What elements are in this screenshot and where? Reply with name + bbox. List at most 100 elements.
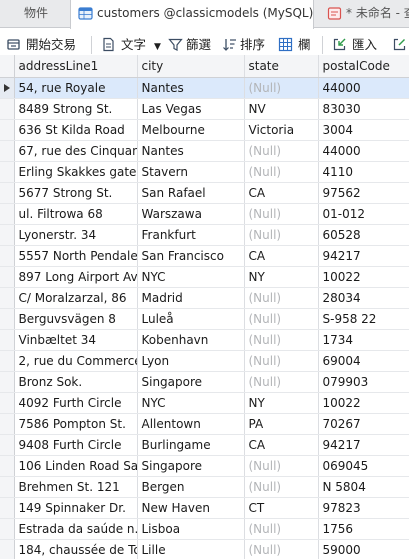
cell-city[interactable]: Singapore [137, 371, 245, 393]
row-marker[interactable] [0, 497, 15, 519]
cell-addressline1[interactable]: 106 Linden Road Sar [14, 455, 138, 477]
row-marker[interactable] [0, 371, 15, 393]
row-marker[interactable] [0, 98, 15, 120]
cell-state[interactable]: (Null) [244, 224, 319, 246]
table-row[interactable]: Bronz Sok. Singapore (Null) 079903 [0, 371, 409, 393]
cell-state[interactable]: CA [244, 245, 319, 267]
cell-state[interactable]: Victoria [244, 119, 319, 141]
row-marker[interactable] [0, 203, 15, 225]
cell-addressline1[interactable]: Vinbæltet 34 [14, 329, 138, 351]
cell-state[interactable]: (Null) [244, 203, 319, 225]
cell-addressline1[interactable]: 5557 North Pendale S [14, 245, 138, 267]
row-marker[interactable] [0, 539, 15, 559]
cell-postalcode[interactable]: 83030 [318, 98, 409, 120]
row-marker[interactable] [0, 224, 15, 246]
cell-city[interactable]: Frankfurt [137, 224, 245, 246]
cell-state[interactable]: (Null) [244, 287, 319, 309]
cell-city[interactable]: San Francisco [137, 245, 245, 267]
cell-state[interactable]: NV [244, 98, 319, 120]
row-marker[interactable] [0, 392, 15, 414]
cell-city[interactable]: Lisboa [137, 518, 245, 540]
row-marker[interactable] [0, 518, 15, 540]
cell-postalcode[interactable]: 3004 [318, 119, 409, 141]
row-marker[interactable] [0, 434, 15, 456]
cell-city[interactable]: Madrid [137, 287, 245, 309]
cell-addressline1[interactable]: C/ Moralzarzal, 86 [14, 287, 138, 309]
cell-state[interactable]: CA [244, 434, 319, 456]
cell-postalcode[interactable]: 60528 [318, 224, 409, 246]
cell-state[interactable]: (Null) [244, 539, 319, 559]
row-marker[interactable] [0, 455, 15, 477]
cell-addressline1[interactable]: ul. Filtrowa 68 [14, 203, 138, 225]
cell-city[interactable]: Bergen [137, 476, 245, 498]
cell-city[interactable]: Kobenhavn [137, 329, 245, 351]
table-row[interactable]: Lyonerstr. 34 Frankfurt (Null) 60528 [0, 224, 409, 246]
cell-postalcode[interactable]: 70267 [318, 413, 409, 435]
cell-city[interactable]: Melbourne [137, 119, 245, 141]
cell-postalcode[interactable]: 94217 [318, 245, 409, 267]
row-marker[interactable] [0, 329, 15, 351]
cell-state[interactable]: (Null) [244, 329, 319, 351]
table-row[interactable]: 67, rue des Cinquant Nantes (Null) 44000 [0, 140, 409, 162]
table-row[interactable]: Estrada da saúde n. Lisboa (Null) 1756 [0, 518, 409, 540]
cell-addressline1[interactable]: 184, chaussée de Tou [14, 539, 138, 559]
row-marker[interactable] [0, 308, 15, 330]
cell-city[interactable]: Lyon [137, 350, 245, 372]
cell-addressline1[interactable]: 149 Spinnaker Dr. [14, 497, 138, 519]
row-marker[interactable] [0, 119, 15, 141]
cell-city[interactable]: Nantes [137, 77, 245, 99]
cell-postalcode[interactable]: N 5804 [318, 476, 409, 498]
table-row[interactable]: 7586 Pompton St. Allentown PA 70267 [0, 413, 409, 435]
cell-postalcode[interactable]: 97562 [318, 182, 409, 204]
cell-addressline1[interactable]: 54, rue Royale [14, 77, 138, 99]
cell-city[interactable]: Stavern [137, 161, 245, 183]
row-marker[interactable] [0, 476, 15, 498]
cell-city[interactable]: Burlingame [137, 434, 245, 456]
table-row[interactable]: ul. Filtrowa 68 Warszawa (Null) 01-012 [0, 203, 409, 225]
cell-state[interactable]: (Null) [244, 140, 319, 162]
cell-addressline1[interactable]: Estrada da saúde n. [14, 518, 138, 540]
row-marker[interactable] [0, 350, 15, 372]
column-header-postalcode[interactable]: postalCode [318, 55, 409, 78]
cell-addressline1[interactable]: Bronz Sok. [14, 371, 138, 393]
table-row[interactable]: Berguvsvägen 8 Luleå (Null) S-958 22 [0, 308, 409, 330]
cell-postalcode[interactable]: 94217 [318, 434, 409, 456]
cell-addressline1[interactable]: Lyonerstr. 34 [14, 224, 138, 246]
cell-city[interactable]: Singapore [137, 455, 245, 477]
cell-state[interactable]: (Null) [244, 455, 319, 477]
table-row[interactable]: 5557 North Pendale S San Francisco CA 94217 [0, 245, 409, 267]
table-row[interactable]: 9408 Furth Circle Burlingame CA 94217 [0, 434, 409, 456]
table-row[interactable]: 2, rue du Commerce Lyon (Null) 69004 [0, 350, 409, 372]
cell-addressline1[interactable]: Erling Skakkes gate 7 [14, 161, 138, 183]
cell-city[interactable]: San Rafael [137, 182, 245, 204]
cell-addressline1[interactable]: 8489 Strong St. [14, 98, 138, 120]
cell-state[interactable]: (Null) [244, 371, 319, 393]
cell-postalcode[interactable]: 28034 [318, 287, 409, 309]
cell-postalcode[interactable]: 069045 [318, 455, 409, 477]
cell-state[interactable]: (Null) [244, 308, 319, 330]
cell-postalcode[interactable]: S-958 22 [318, 308, 409, 330]
cell-postalcode[interactable]: 1734 [318, 329, 409, 351]
cell-state[interactable]: NY [244, 266, 319, 288]
table-row[interactable]: 54, rue Royale Nantes (Null) 44000 [0, 77, 409, 99]
row-marker[interactable] [0, 266, 15, 288]
row-marker[interactable] [0, 287, 15, 309]
cell-addressline1[interactable]: 636 St Kilda Road [14, 119, 138, 141]
column-header-city[interactable]: city [137, 55, 245, 78]
row-marker[interactable] [0, 140, 15, 162]
cell-city[interactable]: New Haven [137, 497, 245, 519]
cell-addressline1[interactable]: 4092 Furth Circle [14, 392, 138, 414]
table-row[interactable]: Erling Skakkes gate 7 Stavern (Null) 4110 [0, 161, 409, 183]
column-header-state[interactable]: state [244, 55, 319, 78]
cell-city[interactable]: Warszawa [137, 203, 245, 225]
tab-customers-table[interactable]: customers @classicmodels (MySQL) - ... [70, 0, 314, 29]
cell-postalcode[interactable]: 10022 [318, 392, 409, 414]
table-row[interactable]: 897 Long Airport Ave NYC NY 10022 [0, 266, 409, 288]
table-row[interactable]: 8489 Strong St. Las Vegas NV 83030 [0, 98, 409, 120]
cell-state[interactable]: CT [244, 497, 319, 519]
cell-state[interactable]: (Null) [244, 161, 319, 183]
cell-postalcode[interactable]: 44000 [318, 140, 409, 162]
cell-postalcode[interactable]: 59000 [318, 539, 409, 559]
cell-addressline1[interactable]: 5677 Strong St. [14, 182, 138, 204]
cell-addressline1[interactable]: 9408 Furth Circle [14, 434, 138, 456]
